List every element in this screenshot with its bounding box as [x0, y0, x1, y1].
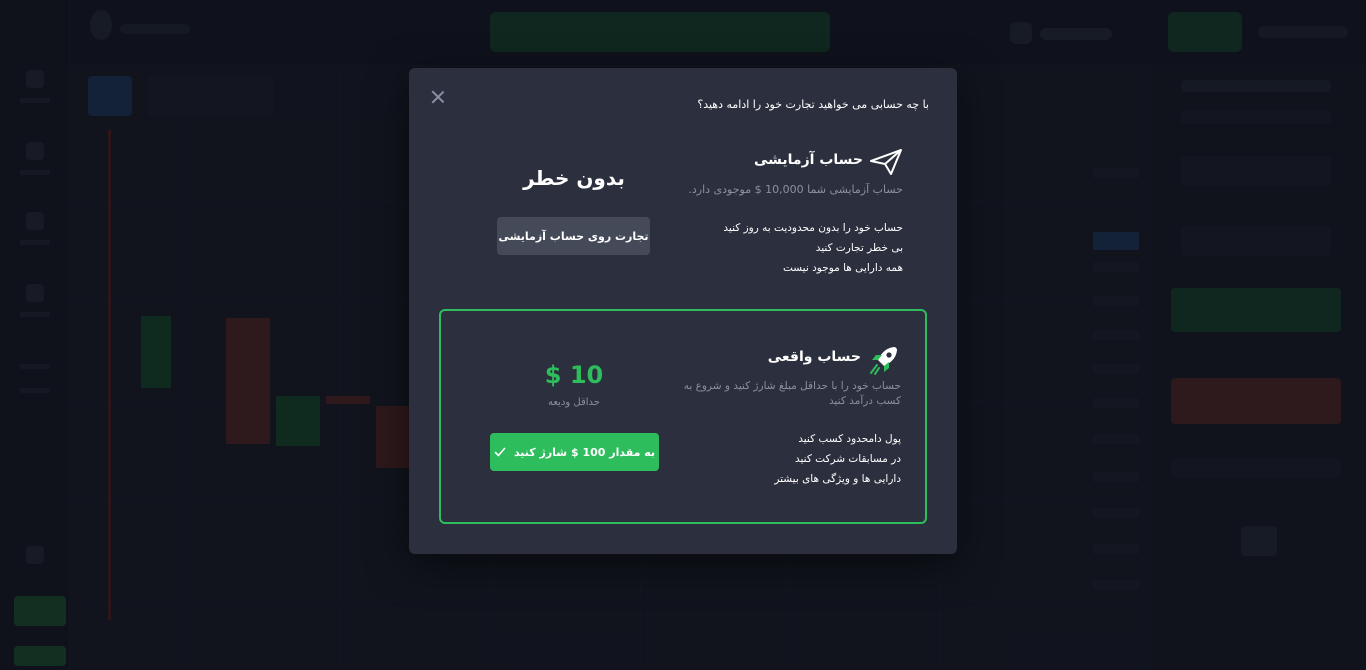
list-item: دارایی ها و ویژگی های بیشتر [774, 473, 901, 485]
list-item: بی خطر تجارت کنید [815, 242, 903, 254]
check-icon [494, 447, 506, 457]
trade-demo-button[interactable]: تجارت روی حساب آزمایشی [497, 217, 650, 255]
paper-plane-icon [870, 149, 902, 175]
risk-free-label: بدون خطر [523, 166, 625, 190]
list-item: حساب خود را بدون محدودیت به روز کنید [723, 222, 903, 234]
close-icon[interactable] [429, 88, 447, 106]
list-item: در مسابقات شرکت کنید [794, 453, 901, 465]
deposit-button[interactable]: به مقدار 100 $ شارژ کنید [490, 433, 659, 471]
modal-question: با چه حسابی می خواهید تجارت خود را ادامه… [697, 98, 929, 111]
account-choice-modal: با چه حسابی می خواهید تجارت خود را ادامه… [409, 68, 957, 554]
real-account-description: حساب خود را با حداقل مبلغ شارژ کنید و شر… [683, 380, 901, 407]
demo-account-title: حساب آزمایشی [754, 152, 863, 168]
rocket-icon [870, 347, 897, 375]
list-item: پول دامحدود کسب کنید [798, 433, 901, 445]
deposit-button-label: به مقدار 100 $ شارژ کنید [513, 445, 656, 459]
demo-balance-text: حساب آزمایشی شما 10,000 $ موجودی دارد. [688, 183, 903, 196]
min-deposit-label: حداقل ودیعه [548, 397, 600, 408]
demo-features-list: حساب خود را بدون محدودیت به روز کنید بی … [723, 218, 903, 278]
real-account-title: حساب واقعی [767, 349, 861, 365]
real-features-list: پول دامحدود کسب کنید در مسابقات شرکت کنی… [774, 429, 901, 489]
real-account-card: حساب واقعی حساب خود را با حداقل مبلغ شار… [439, 309, 927, 524]
min-deposit-amount: $ 10 [544, 361, 604, 389]
list-item: همه دارایی ها موجود نیست [783, 262, 903, 274]
